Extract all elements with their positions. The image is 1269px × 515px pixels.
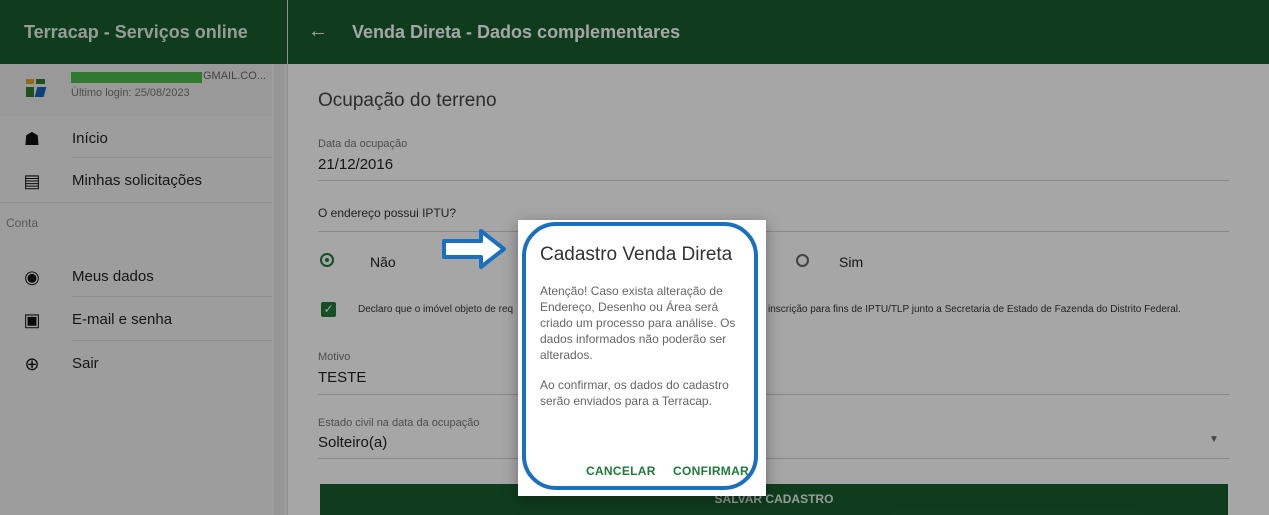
highlight-annotation (522, 222, 758, 490)
annotation-arrow-icon (442, 229, 506, 269)
